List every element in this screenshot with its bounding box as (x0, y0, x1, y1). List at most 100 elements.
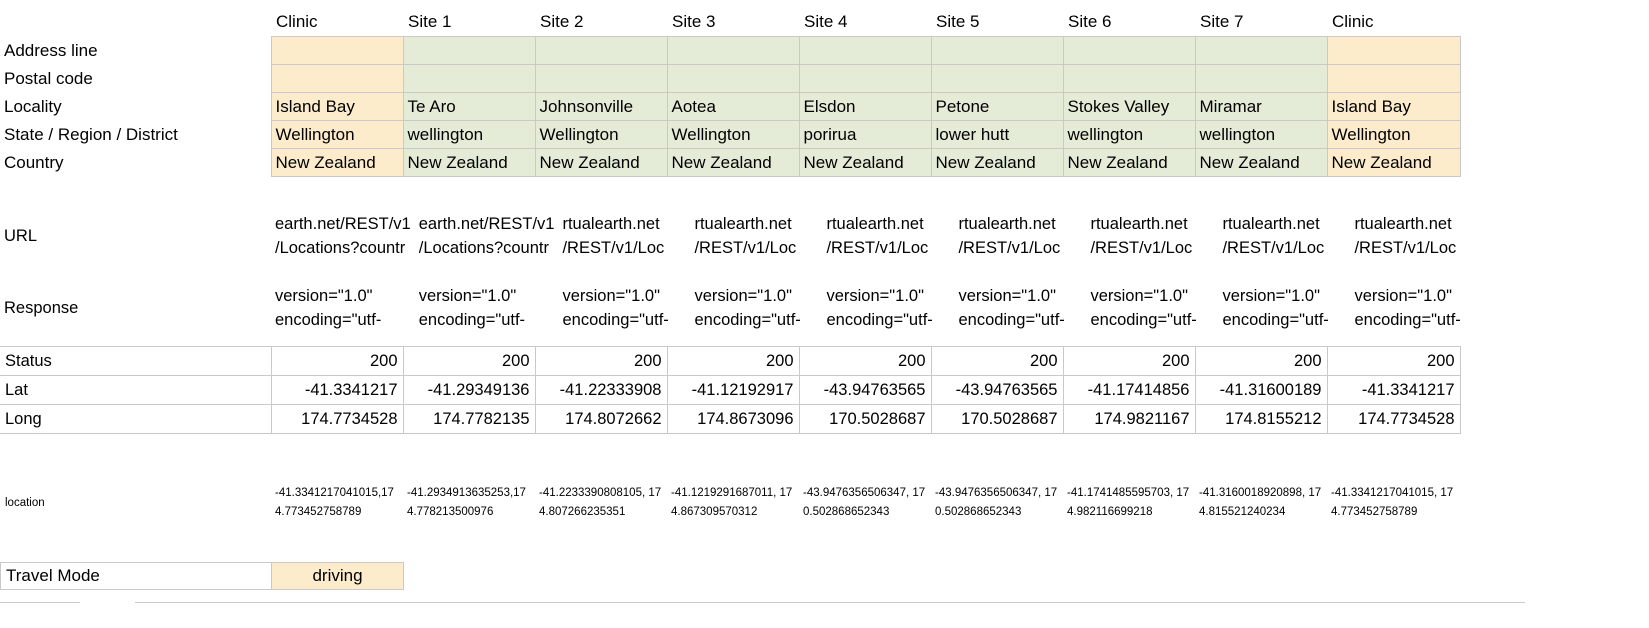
cell-postal-code-6[interactable] (1062, 64, 1196, 93)
cell-country-2[interactable]: New Zealand (534, 148, 668, 177)
cell-location-1[interactable]: -41.2934913635253,174.778213500976 (403, 465, 535, 541)
cell-state-0[interactable]: Wellington (270, 120, 404, 149)
cell-location-4[interactable]: -43.9476356506347, 170.502868652343 (799, 465, 931, 541)
cell-state-3[interactable]: Wellington (666, 120, 800, 149)
cell-locality-5[interactable]: Petone (930, 92, 1064, 121)
cell-location-8[interactable]: -41.3341217041015, 174.773452758789 (1327, 465, 1460, 541)
cell-response-3[interactable]: version="1.0" encoding="utf- (690, 272, 823, 344)
cell-response-2[interactable]: version="1.0" encoding="utf- (558, 272, 691, 344)
cell-state-5[interactable]: lower hutt (930, 120, 1064, 149)
cell-state-1[interactable]: wellington (402, 120, 536, 149)
cell-response-8[interactable]: version="1.0" encoding="utf- (1350, 272, 1484, 344)
cell-postal-code-7[interactable] (1194, 64, 1328, 93)
cell-country-5[interactable]: New Zealand (930, 148, 1064, 177)
cell-address-line-0[interactable] (270, 36, 404, 65)
cell-lat-0[interactable]: -41.3341217 (270, 375, 404, 405)
cell-locality-0[interactable]: Island Bay (270, 92, 404, 121)
cell-long-3[interactable]: 174.8673096 (666, 404, 800, 434)
cell-address-line-3[interactable] (666, 36, 800, 65)
cell-lat-8[interactable]: -41.3341217 (1326, 375, 1461, 405)
cell-status-3[interactable]: 200 (666, 346, 800, 376)
cell-country-8[interactable]: New Zealand (1326, 148, 1461, 177)
cell-url-2[interactable]: rtualearth.net/REST/v1/Loc (558, 200, 691, 272)
cell-status-6[interactable]: 200 (1062, 346, 1196, 376)
cell-lat-2[interactable]: -41.22333908 (534, 375, 668, 405)
cell-lat-4[interactable]: -43.94763565 (798, 375, 932, 405)
cell-location-3[interactable]: -41.1219291687011, 174.867309570312 (667, 465, 799, 541)
cell-locality-7[interactable]: Miramar (1194, 92, 1328, 121)
cell-status-0[interactable]: 200 (270, 346, 404, 376)
cell-state-8[interactable]: Wellington (1326, 120, 1461, 149)
cell-url-8[interactable]: rtualearth.net/REST/v1/Loc (1350, 200, 1484, 272)
cell-address-line-7[interactable] (1194, 36, 1328, 65)
cell-state-7[interactable]: wellington (1194, 120, 1328, 149)
cell-response-5[interactable]: version="1.0" encoding="utf- (954, 272, 1087, 344)
cell-locality-6[interactable]: Stokes Valley (1062, 92, 1196, 121)
cell-postal-code-3[interactable] (666, 64, 800, 93)
cell-long-2[interactable]: 174.8072662 (534, 404, 668, 434)
cell-status-8[interactable]: 200 (1326, 346, 1461, 376)
cell-address-line-1[interactable] (402, 36, 536, 65)
cell-lat-6[interactable]: -41.17414856 (1062, 375, 1196, 405)
cell-location-5[interactable]: -43.9476356506347, 170.502868652343 (931, 465, 1063, 541)
cell-status-5[interactable]: 200 (930, 346, 1064, 376)
cell-country-0[interactable]: New Zealand (270, 148, 404, 177)
cell-long-8[interactable]: 174.7734528 (1326, 404, 1461, 434)
cell-postal-code-8[interactable] (1326, 64, 1461, 93)
cell-postal-code-4[interactable] (798, 64, 932, 93)
cell-url-3[interactable]: rtualearth.net/REST/v1/Loc (690, 200, 823, 272)
cell-long-0[interactable]: 174.7734528 (270, 404, 404, 434)
cell-url-6[interactable]: rtualearth.net/REST/v1/Loc (1086, 200, 1219, 272)
cell-state-4[interactable]: porirua (798, 120, 932, 149)
cell-long-1[interactable]: 174.7782135 (402, 404, 536, 434)
cell-lat-5[interactable]: -43.94763565 (930, 375, 1064, 405)
cell-url-7[interactable]: rtualearth.net/REST/v1/Loc (1218, 200, 1351, 272)
cell-status-1[interactable]: 200 (402, 346, 536, 376)
cell-locality-2[interactable]: Johnsonville (534, 92, 668, 121)
cell-lat-7[interactable]: -41.31600189 (1194, 375, 1328, 405)
cell-locality-4[interactable]: Elsdon (798, 92, 932, 121)
cell-long-5[interactable]: 170.5028687 (930, 404, 1064, 434)
cell-lat-3[interactable]: -41.12192917 (666, 375, 800, 405)
cell-location-6[interactable]: -41.1741485595703, 174.982116699218 (1063, 465, 1195, 541)
cell-address-line-2[interactable] (534, 36, 668, 65)
cell-url-5[interactable]: rtualearth.net/REST/v1/Loc (954, 200, 1087, 272)
cell-location-2[interactable]: -41.2233390808105, 174.807266235351 (535, 465, 667, 541)
cell-url-4[interactable]: rtualearth.net/REST/v1/Loc (822, 200, 955, 272)
cell-long-7[interactable]: 174.8155212 (1194, 404, 1328, 434)
cell-locality-8[interactable]: Island Bay (1326, 92, 1461, 121)
cell-address-line-6[interactable] (1062, 36, 1196, 65)
cell-location-0[interactable]: -41.3341217041015,174.773452758789 (271, 465, 403, 541)
cell-lat-1[interactable]: -41.29349136 (402, 375, 536, 405)
cell-state-6[interactable]: wellington (1062, 120, 1196, 149)
cell-response-7[interactable]: version="1.0" encoding="utf- (1218, 272, 1351, 344)
cell-address-line-5[interactable] (930, 36, 1064, 65)
cell-postal-code-2[interactable] (534, 64, 668, 93)
cell-status-2[interactable]: 200 (534, 346, 668, 376)
cell-address-line-4[interactable] (798, 36, 932, 65)
cell-country-7[interactable]: New Zealand (1194, 148, 1328, 177)
cell-country-4[interactable]: New Zealand (798, 148, 932, 177)
cell-response-0[interactable]: version="1.0" encoding="utf- (271, 272, 415, 344)
cell-locality-3[interactable]: Aotea (666, 92, 800, 121)
cell-status-4[interactable]: 200 (798, 346, 932, 376)
cell-locality-1[interactable]: Te Aro (402, 92, 536, 121)
cell-postal-code-1[interactable] (402, 64, 536, 93)
cell-country-1[interactable]: New Zealand (402, 148, 536, 177)
cell-state-2[interactable]: Wellington (534, 120, 668, 149)
cell-long-6[interactable]: 174.9821167 (1062, 404, 1196, 434)
cell-postal-code-0[interactable] (270, 64, 404, 93)
cell-country-6[interactable]: New Zealand (1062, 148, 1196, 177)
cell-url-0[interactable]: earth.net/REST/v1/Locations?countr (271, 200, 415, 272)
cell-response-1[interactable]: version="1.0" encoding="utf- (414, 272, 559, 344)
cell-long-4[interactable]: 170.5028687 (798, 404, 932, 434)
cell-location-7[interactable]: -41.3160018920898, 174.815521240234 (1195, 465, 1327, 541)
cell-travel-mode-value[interactable]: driving (271, 562, 404, 590)
cell-postal-code-5[interactable] (930, 64, 1064, 93)
cell-status-7[interactable]: 200 (1194, 346, 1328, 376)
cell-country-3[interactable]: New Zealand (666, 148, 800, 177)
cell-response-4[interactable]: version="1.0" encoding="utf- (822, 272, 955, 344)
cell-url-1[interactable]: earth.net/REST/v1/Locations?countr (414, 200, 559, 272)
cell-response-6[interactable]: version="1.0" encoding="utf- (1086, 272, 1219, 344)
cell-address-line-8[interactable] (1326, 36, 1461, 65)
